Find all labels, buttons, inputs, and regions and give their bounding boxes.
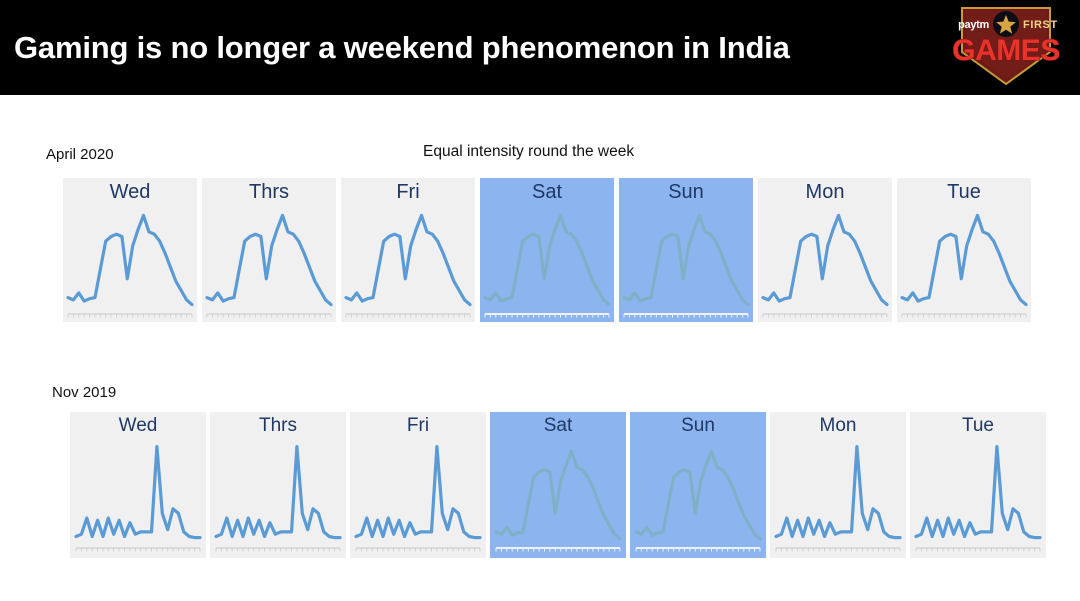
row-label-nov-2019: Nov 2019 — [52, 384, 117, 401]
sparkline-chart — [622, 213, 750, 318]
sparkline-chart — [483, 213, 611, 318]
sparkline-chart — [914, 445, 1042, 552]
sparkline-chart — [205, 213, 333, 318]
sparkline-tile-nov-2019-tue[interactable]: Tue — [910, 412, 1046, 558]
sparkline-chart — [774, 445, 902, 552]
sparkline-chart — [761, 213, 889, 318]
sparkline-chart — [214, 445, 342, 552]
sparkline-chart — [354, 445, 482, 552]
slide-root: Gaming is no longer a weekend phenomenon… — [0, 0, 1080, 601]
sparkline-chart — [344, 213, 472, 318]
slide-header: Gaming is no longer a weekend phenomenon… — [0, 0, 1080, 95]
sparkline-tile-april-2020-fri[interactable]: Fri — [341, 178, 475, 322]
sparkline-tile-nov-2019-sat[interactable]: Sat — [490, 412, 626, 558]
sparkline-tile-april-2020-sun[interactable]: Sun — [619, 178, 753, 322]
sparkline-chart — [494, 449, 622, 552]
sparkline-tile-april-2020-sat[interactable]: Sat — [480, 178, 614, 322]
sparkline-tile-nov-2019-wed[interactable]: Wed — [70, 412, 206, 558]
paytm-first-games-logo: paytm FIRST GAMES — [952, 7, 1061, 86]
sparkline-tile-april-2020-tue[interactable]: Tue — [897, 178, 1031, 322]
sparkline-chart — [74, 445, 202, 552]
sparkline-chart — [900, 213, 1028, 318]
sparkline-tile-april-2020-thrs[interactable]: Thrs — [202, 178, 336, 322]
sparkline-tile-nov-2019-fri[interactable]: Fri — [350, 412, 486, 558]
sparkline-tile-april-2020-wed[interactable]: Wed — [63, 178, 197, 322]
page-title: Gaming is no longer a weekend phenomenon… — [14, 29, 790, 65]
sparkline-chart — [634, 449, 762, 552]
svg-text:GAMES: GAMES — [952, 34, 1060, 67]
sparkline-tile-nov-2019-sun[interactable]: Sun — [630, 412, 766, 558]
sparkline-chart — [66, 213, 194, 318]
row-label-april-2020: April 2020 — [46, 146, 114, 163]
svg-text:FIRST: FIRST — [1023, 19, 1058, 31]
sparkline-tile-april-2020-mon[interactable]: Mon — [758, 178, 892, 322]
svg-text:paytm: paytm — [958, 19, 989, 31]
sparkline-tile-nov-2019-mon[interactable]: Mon — [770, 412, 906, 558]
sparkline-tile-nov-2019-thrs[interactable]: Thrs — [210, 412, 346, 558]
caption-equal-intensity: Equal intensity round the week — [423, 143, 635, 160]
